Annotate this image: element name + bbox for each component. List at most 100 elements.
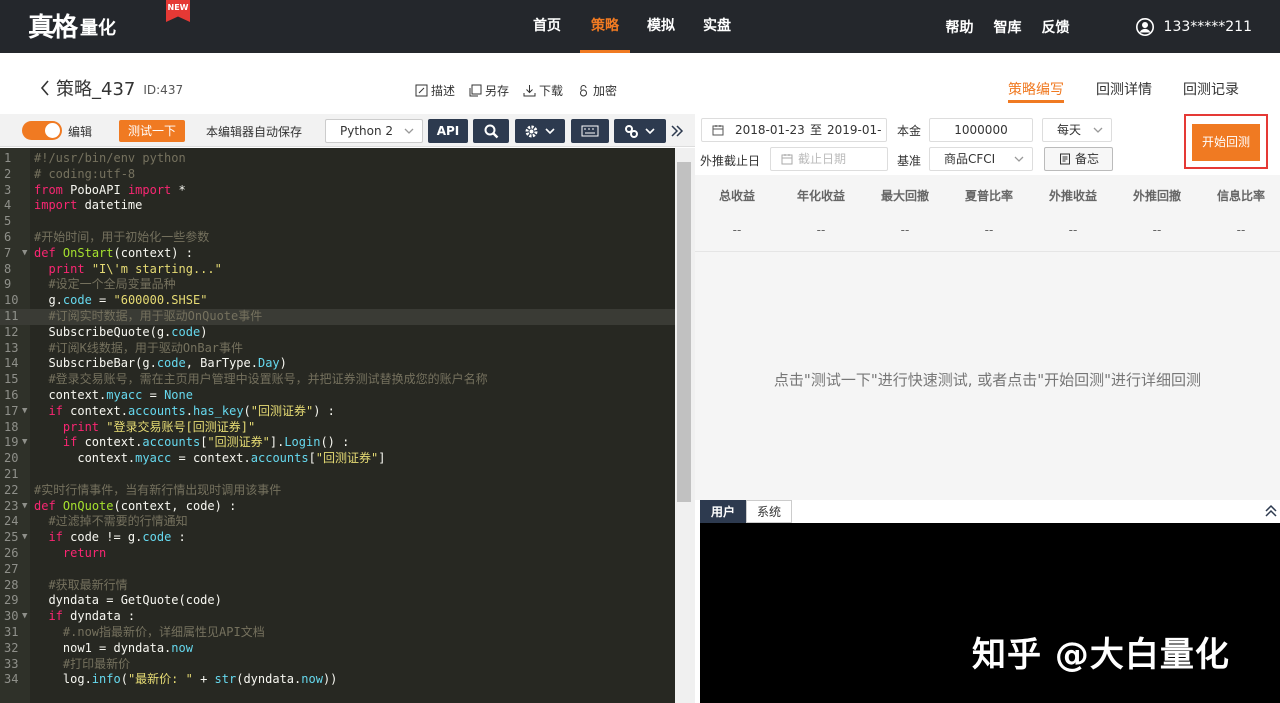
tab-strategy-edit[interactable]: 策略编写 (1008, 79, 1064, 103)
line-number: 24 (4, 514, 19, 529)
encrypt-button[interactable]: 加密 (577, 82, 617, 99)
library-link[interactable]: 智库 (994, 17, 1022, 37)
fold-arrow-icon[interactable]: ▼ (22, 499, 27, 515)
line-number: 32 (4, 640, 19, 655)
code-line[interactable]: 29 dyndata = GetQuote(code) (0, 593, 675, 609)
result-area: 总收益 -- 年化收益 -- 最大回撤 -- 夏普比率 -- 外推收益 -- 外推回撤 -- 信息比率 -… (695, 175, 1280, 500)
nav-item-live[interactable]: 实盘 (692, 0, 742, 53)
back-button[interactable]: 策略_437 ID:437 (40, 75, 183, 101)
log-console[interactable] (700, 523, 1280, 703)
code-text: #订阅K线数据，用于驱动OnBar事件 (34, 340, 244, 355)
logo-sub: 量化 (80, 18, 117, 39)
code-line[interactable]: 2 # coding:utf-8 (0, 167, 675, 183)
code-line[interactable]: 8 print "I\'m starting..." (0, 262, 675, 278)
code-line[interactable]: 16 context.myacc = None (0, 388, 675, 404)
code-line[interactable]: 26 return (0, 546, 675, 562)
code-line[interactable]: 19 ▼ if context.accounts["回测证券"].Login() … (0, 435, 675, 451)
code-line[interactable]: 14 SubscribeBar(g.code, BarType.Day) (0, 356, 675, 372)
code-text: return (62, 546, 107, 560)
logo[interactable]: 真格 量化 (28, 10, 116, 44)
keyboard-button[interactable] (571, 119, 609, 143)
code-line[interactable]: 3 from PoboAPI import * (0, 183, 675, 199)
python-version-value: Python 2 (340, 124, 394, 138)
fold-arrow-icon[interactable]: ▼ (22, 246, 27, 262)
tab-backtest-record[interactable]: 回测记录 (1183, 79, 1239, 99)
code-line[interactable]: 17 ▼ if context.accounts.has_key("回测证券") … (0, 404, 675, 420)
code-line[interactable]: 34 log.info("最新价: " + str(dyndata.now)) (0, 672, 675, 688)
code-line[interactable]: 31 #.now指最新价，详细属性见API文档 (0, 625, 675, 641)
code-line[interactable]: 24 #过滤掉不需要的行情通知 (0, 514, 675, 530)
line-number: 12 (4, 324, 19, 339)
user-menu[interactable]: 133*****211 (1135, 17, 1252, 36)
link-button[interactable] (614, 119, 666, 143)
tab-user-log[interactable]: 用户 (700, 500, 747, 523)
code-line[interactable]: 22 #实时行情事件，当有新行情出现时调用该事件 (0, 483, 675, 499)
code-text: dyndata = GetQuote(code) (34, 593, 222, 608)
code-line[interactable]: 25 ▼ if code != g.code : (0, 530, 675, 546)
tab-backtest-detail[interactable]: 回测详情 (1096, 79, 1152, 99)
double-chevron-up-icon[interactable] (1264, 504, 1278, 518)
code-line[interactable]: 33 #打印最新价 (0, 657, 675, 673)
code-line[interactable]: 11 #订阅实时数据，用于驱动OnQuote事件 (0, 309, 675, 325)
line-number: 16 (4, 388, 19, 402)
code-line[interactable]: 27 (0, 562, 675, 578)
fold-arrow-icon[interactable]: ▼ (22, 404, 27, 420)
code-line[interactable]: 32 now1 = dyndata.now (0, 641, 675, 657)
tab-system-log[interactable]: 系统 (746, 500, 793, 523)
api-button[interactable]: API (428, 119, 468, 143)
code-line[interactable]: 23 ▼ def OnQuote(context, code) : (0, 499, 675, 515)
code-text: from PoboAPI import * (34, 182, 186, 197)
python-version-select[interactable]: Python 2 (325, 119, 423, 143)
line-number: 23 (4, 498, 19, 513)
nav-item-strategy[interactable]: 策略 (580, 0, 630, 53)
extend-date-placeholder: 截止日期 (798, 152, 847, 166)
frequency-select[interactable]: 每天 (1042, 118, 1112, 142)
memo-button[interactable]: 备忘 (1044, 147, 1113, 171)
code-line[interactable]: 10 g.code = "600000.SHSE" (0, 293, 675, 309)
code-line[interactable]: 21 (0, 467, 675, 483)
code-editor[interactable]: 1 #!/usr/bin/env python 2 # coding:utf-8 3 fr… (0, 148, 675, 703)
code-text: log.info("最新价: " + str(dyndata.now)) (34, 672, 338, 687)
date-range-input[interactable]: 2018-01-23 至 2019-01-23 (701, 118, 887, 159)
code-line[interactable]: 20 context.myacc = context.accounts["回测证… (0, 451, 675, 467)
code-line[interactable]: 5 (0, 214, 675, 230)
code-line[interactable]: 7 ▼ def OnStart(context) : (0, 246, 675, 262)
chevron-down-icon (1093, 127, 1103, 133)
code-text: context.myacc = context.accounts["回测证券"] (34, 451, 386, 466)
save-as-button[interactable]: 另存 (469, 82, 509, 99)
stat-value: -- (1236, 223, 1246, 237)
code-line[interactable]: 9 #设定一个全局变量品种 (0, 277, 675, 293)
search-button[interactable] (473, 119, 509, 143)
code-line[interactable]: 18 print "登录交易账号[回测证券]" (0, 420, 675, 436)
extend-date-input[interactable]: 截止日期 (770, 147, 888, 171)
start-backtest-button[interactable]: 开始回测 (1192, 124, 1260, 161)
editor-scrollbar[interactable] (675, 148, 695, 703)
test-button[interactable]: 测试一下 (119, 120, 185, 142)
start-date: 2018-01-23 (735, 123, 805, 137)
benchmark-select[interactable]: 商品CFCI (929, 147, 1033, 171)
code-line[interactable]: 1 #!/usr/bin/env python (0, 151, 675, 167)
settings-button[interactable] (515, 119, 565, 143)
code-line[interactable]: 15 #登录交易账号，需在主页用户管理中设置账号，并把证券测试替换成您的账户名称 (0, 372, 675, 388)
edit-toggle-label: 编辑 (68, 125, 93, 139)
line-number: 19 (4, 435, 19, 450)
fold-arrow-icon[interactable]: ▼ (22, 435, 27, 451)
code-line[interactable]: 12 SubscribeQuote(g.code) (0, 325, 675, 341)
code-line[interactable]: 30 ▼ if dyndata : (0, 609, 675, 625)
capital-input[interactable]: 1000000 (929, 118, 1033, 142)
right-nav: 帮助 智库 反馈 133*****211 (946, 0, 1280, 53)
code-line[interactable]: 13 #订阅K线数据，用于驱动OnBar事件 (0, 341, 675, 357)
edit-toggle[interactable] (22, 121, 62, 140)
fold-arrow-icon[interactable]: ▼ (22, 530, 27, 546)
code-line[interactable]: 4 import datetime (0, 198, 675, 214)
download-button[interactable]: 下载 (523, 82, 563, 99)
double-chevron-right-icon[interactable] (670, 125, 684, 137)
fold-arrow-icon[interactable]: ▼ (22, 609, 27, 625)
nav-item-home[interactable]: 首页 (522, 0, 572, 53)
help-link[interactable]: 帮助 (946, 17, 974, 37)
feedback-link[interactable]: 反馈 (1042, 17, 1070, 37)
code-line[interactable]: 6 #开始时间，用于初始化一些参数 (0, 230, 675, 246)
describe-button[interactable]: 描述 (415, 82, 455, 99)
nav-item-simulate[interactable]: 模拟 (636, 0, 686, 53)
code-line[interactable]: 28 #获取最新行情 (0, 578, 675, 594)
